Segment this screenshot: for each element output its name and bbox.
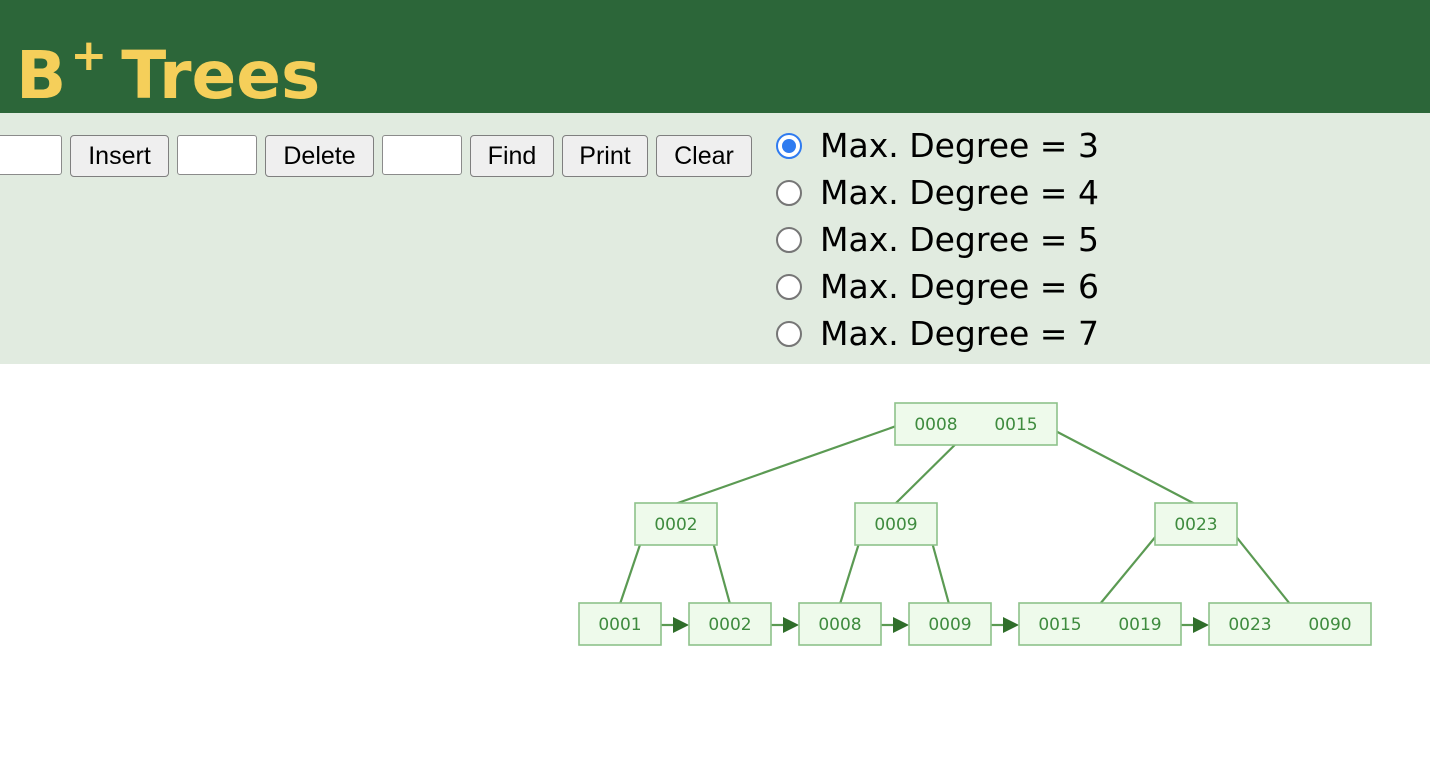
degree-option-5[interactable]: Max. Degree = 5	[776, 216, 1099, 263]
degree-label-7: Max. Degree = 7	[820, 314, 1099, 353]
delete-input[interactable]	[177, 135, 257, 175]
title-superscript: +	[70, 30, 108, 81]
degree-option-7[interactable]: Max. Degree = 7	[776, 310, 1099, 357]
leaf-node-5: 0023 0090	[1208, 602, 1372, 646]
degree-option-4[interactable]: Max. Degree = 4	[776, 169, 1099, 216]
edge-root-child-0	[674, 422, 903, 506]
insert-input[interactable]	[0, 135, 62, 175]
insert-button[interactable]: Insert	[70, 135, 169, 177]
title-main: B	[16, 37, 67, 114]
find-input[interactable]	[382, 135, 462, 175]
title-rest: Trees	[121, 37, 321, 114]
degree-radio-5[interactable]	[776, 226, 802, 253]
leaf-node-1-key-0: 0002	[708, 615, 751, 635]
leaf-node-0: 0001	[578, 602, 662, 646]
leaf-node-4-key-1: 0019	[1118, 615, 1161, 635]
degree-label-4: Max. Degree = 4	[820, 173, 1099, 212]
leaf-node-5-key-0: 0023	[1228, 615, 1271, 635]
delete-button[interactable]: Delete	[265, 135, 374, 177]
leaf-node-0-key-0: 0001	[598, 615, 641, 635]
leaf-node-4: 0015 0019	[1018, 602, 1182, 646]
bplus-tree-canvas: 0008 0015 0002 0009 0023 0001 0002 0008 …	[578, 402, 1372, 646]
find-button[interactable]: Find	[470, 135, 554, 177]
print-button[interactable]: Print	[562, 135, 648, 177]
internal-node-2-key: 0023	[1174, 515, 1217, 535]
leaf-node-3-key-0: 0009	[928, 615, 971, 635]
root-key-1: 0015	[994, 415, 1037, 435]
internal-node-2: 0023	[1154, 502, 1238, 546]
root-node: 0008 0015	[894, 402, 1058, 446]
clear-button[interactable]: Clear	[656, 135, 752, 177]
leaf-node-2-key-0: 0008	[818, 615, 861, 635]
leaf-link-4-arrowhead	[1193, 617, 1209, 633]
leaf-link-3	[991, 617, 1019, 633]
leaf-link-1	[771, 617, 799, 633]
leaf-node-2: 0008	[798, 602, 882, 646]
leaf-link-4	[1181, 617, 1209, 633]
leaf-link-1-arrowhead	[783, 617, 799, 633]
degree-label-3: Max. Degree = 3	[820, 126, 1099, 165]
leaf-node-4-key-0: 0015	[1038, 615, 1081, 635]
degree-label-6: Max. Degree = 6	[820, 267, 1099, 306]
degree-option-3[interactable]: Max. Degree = 3	[776, 122, 1099, 169]
page-title: B+ Trees	[16, 16, 320, 116]
internal-node-1: 0009	[854, 502, 938, 546]
leaf-link-0-arrowhead	[673, 617, 689, 633]
root-key-0: 0008	[914, 415, 957, 435]
internal-node-1-key: 0009	[874, 515, 917, 535]
degree-option-6[interactable]: Max. Degree = 6	[776, 263, 1099, 310]
leaf-link-2-arrowhead	[893, 617, 909, 633]
leaf-link-3-arrowhead	[1003, 617, 1019, 633]
degree-label-5: Max. Degree = 5	[820, 220, 1099, 259]
degree-radio-6[interactable]	[776, 273, 802, 300]
control-panel: Insert Delete Find Print Clear	[0, 113, 1430, 364]
leaf-node-3: 0009	[908, 602, 992, 646]
internal-node-0-key: 0002	[654, 515, 697, 535]
leaf-node-1: 0002	[688, 602, 772, 646]
degree-radio-3[interactable]	[776, 132, 802, 159]
leaf-node-5-key-1: 0090	[1308, 615, 1351, 635]
leaf-link-0	[661, 617, 689, 633]
header-bar: B+ Trees	[0, 0, 1430, 116]
leaf-link-2	[881, 617, 909, 633]
edge-root-child-2	[1045, 425, 1196, 505]
degree-radio-4[interactable]	[776, 179, 802, 206]
internal-node-0: 0002	[634, 502, 718, 546]
degree-radio-7[interactable]	[776, 320, 802, 347]
